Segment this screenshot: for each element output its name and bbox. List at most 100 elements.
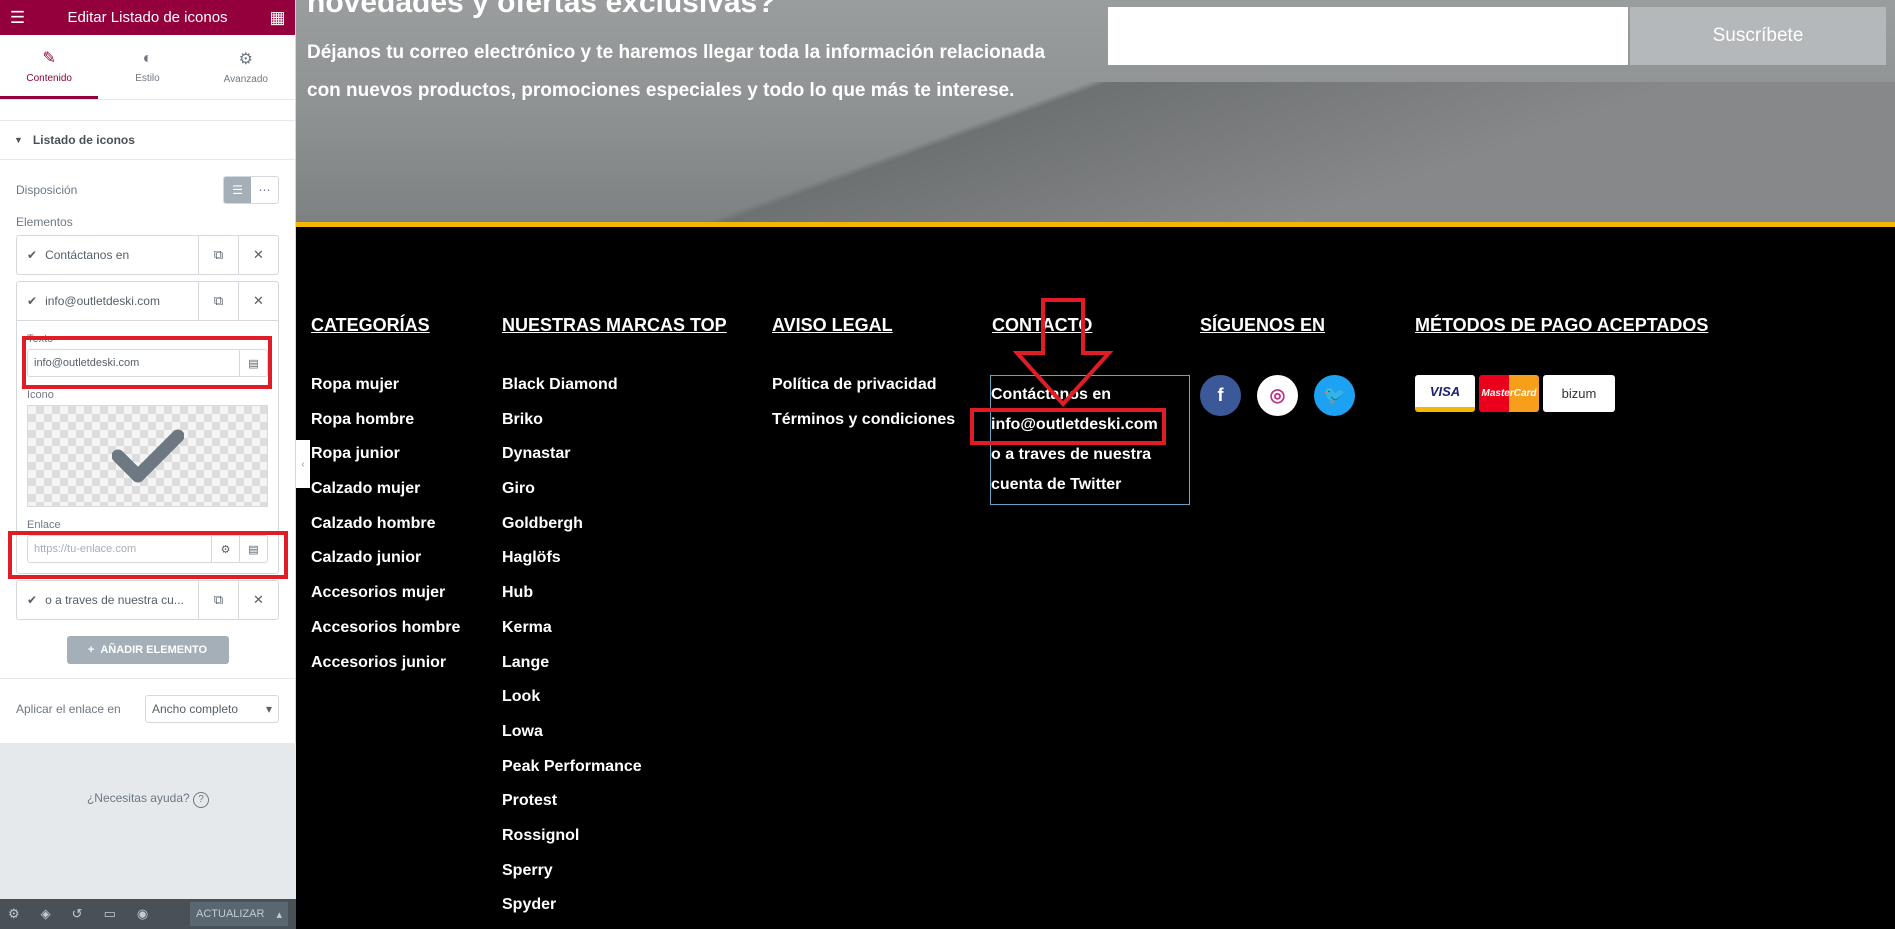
hamburger-menu-icon[interactable]: ☰ bbox=[0, 8, 35, 28]
update-options-icon[interactable]: ▴ bbox=[270, 902, 288, 926]
footer-link[interactable]: Ropa hombre bbox=[311, 411, 460, 446]
footer-link[interactable]: Black Diamond bbox=[502, 376, 727, 411]
footer-link[interactable]: Accesorios mujer bbox=[311, 584, 460, 619]
close-icon[interactable]: ✕ bbox=[238, 581, 278, 619]
contrast-icon: ◐ bbox=[142, 50, 153, 67]
col-title[interactable]: CATEGORÍAS bbox=[311, 315, 460, 336]
footer-link[interactable]: Hub bbox=[502, 584, 727, 619]
close-icon[interactable]: ✕ bbox=[238, 282, 278, 320]
check-icon: ✔ bbox=[27, 294, 38, 308]
highlight-link-field bbox=[8, 531, 288, 579]
highlight-text-field bbox=[22, 336, 272, 389]
subscribe-button[interactable]: Suscríbete bbox=[1630, 7, 1886, 65]
navigator-icon[interactable]: ◈ bbox=[41, 906, 51, 922]
preview-eye-icon[interactable]: ◉ bbox=[137, 906, 148, 922]
footer-link[interactable]: Calzado hombre bbox=[311, 515, 460, 550]
apply-link-select[interactable]: Ancho completo ▾ bbox=[145, 694, 279, 723]
newsletter-hero: novedades y ofertas exclusivas? Déjanos … bbox=[296, 0, 1895, 222]
footer-link[interactable]: Sperry bbox=[502, 862, 727, 897]
chevron-down-icon: ▾ bbox=[265, 701, 272, 716]
email-input[interactable] bbox=[1108, 7, 1628, 65]
inline-layout-icon[interactable]: ⋯ bbox=[251, 177, 278, 203]
footer-link[interactable]: Ropa mujer bbox=[311, 376, 460, 411]
link-label: Enlace bbox=[27, 519, 61, 531]
footer-col-marcas: NUESTRAS MARCAS TOP Black Diamond Briko … bbox=[502, 315, 727, 929]
layout-label: Disposición bbox=[16, 183, 78, 197]
gear-icon: ⚙ bbox=[238, 51, 253, 68]
widgets-grid-icon[interactable]: ▦ bbox=[260, 8, 295, 28]
repeater-item-title[interactable]: ✔ o a traves de nuestra cu... bbox=[17, 593, 198, 607]
footer-link[interactable]: Términos y condiciones bbox=[772, 411, 955, 446]
footer-link[interactable]: Lange bbox=[502, 654, 727, 689]
help-text: ¿Necesitas ayuda? bbox=[86, 791, 190, 805]
tab-contenido[interactable]: ✎ Contenido bbox=[0, 35, 99, 99]
col-title[interactable]: AVISO LEGAL bbox=[772, 315, 955, 336]
help-link[interactable]: ¿Necesitas ayuda? ? bbox=[0, 791, 296, 808]
icon-picker[interactable] bbox=[27, 405, 268, 507]
history-icon[interactable]: ↺ bbox=[72, 906, 83, 922]
footer-link[interactable]: Rossignol bbox=[502, 827, 727, 862]
site-preview: novedades y ofertas exclusivas? Déjanos … bbox=[296, 0, 1895, 929]
col-title[interactable]: MÉTODOS DE PAGO ACEPTADOS bbox=[1415, 315, 1708, 336]
twitter-icon[interactable]: 🐦 bbox=[1314, 375, 1355, 416]
footer-link[interactable]: Política de privacidad bbox=[772, 376, 955, 411]
footer-link[interactable]: Goldbergh bbox=[502, 515, 727, 550]
footer-link[interactable]: Briko bbox=[502, 411, 727, 446]
plus-icon: + bbox=[87, 644, 95, 656]
section-title: Listado de iconos bbox=[32, 133, 135, 147]
hero-title: novedades y ofertas exclusivas? bbox=[307, 0, 776, 19]
tab-avanzado[interactable]: ⚙ Avanzado bbox=[197, 35, 295, 99]
footer-link[interactable]: Protest bbox=[502, 792, 727, 827]
tab-label: Estilo bbox=[135, 73, 160, 84]
apply-link-label: Aplicar el enlace en bbox=[16, 701, 121, 716]
col-title[interactable]: NUESTRAS MARCAS TOP bbox=[502, 315, 727, 336]
footer-link[interactable]: Giro bbox=[502, 480, 727, 515]
add-item-button[interactable]: + AÑADIR ELEMENTO bbox=[66, 636, 229, 664]
red-arrow-down-icon bbox=[1013, 298, 1113, 407]
list-layout-icon[interactable]: ☰ bbox=[224, 177, 251, 203]
footer-link[interactable]: Peak Performance bbox=[502, 758, 727, 793]
footer-link[interactable]: Spyder bbox=[502, 896, 727, 929]
bizum-logo: bizum bbox=[1543, 375, 1615, 412]
duplicate-icon[interactable]: ⧉ bbox=[198, 581, 238, 619]
checkmark-icon bbox=[111, 429, 184, 483]
repeater-item-title[interactable]: ✔ info@outletdeski.com bbox=[17, 294, 198, 308]
footer-link[interactable]: Look bbox=[502, 688, 727, 723]
footer-link[interactable]: Dynastar bbox=[502, 445, 727, 480]
responsive-icon[interactable]: ▭ bbox=[104, 906, 116, 922]
section-header[interactable]: ▼ Listado de iconos bbox=[0, 120, 295, 160]
question-icon: ? bbox=[193, 792, 210, 808]
facebook-icon[interactable]: f bbox=[1200, 375, 1241, 416]
item-text: o a traves de nuestra cu... bbox=[45, 593, 184, 607]
instagram-icon[interactable]: ◎ bbox=[1257, 375, 1298, 416]
repeater-item: ✔ Contáctanos en ⧉ ✕ bbox=[16, 235, 279, 275]
col-title[interactable]: SÍGUENOS EN bbox=[1200, 315, 1325, 336]
duplicate-icon[interactable]: ⧉ bbox=[198, 282, 238, 320]
pencil-icon: ✎ bbox=[42, 49, 56, 67]
footer-link[interactable]: Ropa junior bbox=[311, 445, 460, 480]
footer-link[interactable]: Accesorios junior bbox=[311, 654, 460, 689]
repeater-item-title[interactable]: ✔ Contáctanos en bbox=[17, 248, 198, 262]
update-button[interactable]: ACTUALIZAR bbox=[190, 902, 271, 926]
footer-link[interactable]: Kerma bbox=[502, 619, 727, 654]
contact-item[interactable]: cuenta de Twitter bbox=[991, 470, 1189, 500]
add-item-label: AÑADIR ELEMENTO bbox=[100, 644, 208, 656]
repeater-item: ✔ o a traves de nuestra cu... ⧉ ✕ bbox=[16, 580, 279, 620]
footer-col-pagos: MÉTODOS DE PAGO ACEPTADOS bbox=[1415, 315, 1708, 336]
duplicate-icon[interactable]: ⧉ bbox=[198, 236, 238, 274]
footer-link[interactable]: Accesorios hombre bbox=[311, 619, 460, 654]
footer-link[interactable]: Haglöfs bbox=[502, 549, 727, 584]
close-icon[interactable]: ✕ bbox=[238, 236, 278, 274]
footer-link[interactable]: Calzado mujer bbox=[311, 480, 460, 515]
item-text: Contáctanos en bbox=[45, 248, 130, 262]
footer-col-siguenos: SÍGUENOS EN bbox=[1200, 315, 1325, 336]
footer-link[interactable]: Lowa bbox=[502, 723, 727, 758]
visa-logo: VISA bbox=[1415, 375, 1475, 412]
highlight-contact-email bbox=[970, 408, 1166, 445]
panel-footer: ⚙ ◈ ↺ ▭ ◉ ACTUALIZAR ▴ bbox=[0, 899, 296, 929]
footer-col-categorias: CATEGORÍAS Ropa mujer Ropa hombre Ropa j… bbox=[311, 315, 460, 688]
apply-link-value: Ancho completo bbox=[152, 701, 239, 716]
tab-estilo[interactable]: ◐ Estilo bbox=[98, 35, 196, 99]
footer-link[interactable]: Calzado junior bbox=[311, 549, 460, 584]
settings-icon[interactable]: ⚙ bbox=[8, 906, 20, 922]
